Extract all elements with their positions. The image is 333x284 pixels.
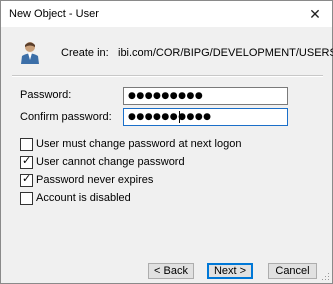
create-in-path: ibi.com/COR/BIPG/DEVELOPMENT/USERS (118, 47, 333, 59)
checkbox[interactable] (20, 192, 33, 205)
confirm-password-field[interactable] (123, 108, 288, 126)
close-icon[interactable]: ✕ (298, 1, 332, 27)
confirm-password-label: Confirm password: (20, 111, 112, 123)
next-button[interactable]: Next > (207, 263, 253, 279)
option-label: User must change password at next logon (36, 138, 242, 150)
new-user-dialog: New Object - User ✕ Create in: ibi.com/C… (0, 0, 333, 284)
password-label: Password: (20, 89, 72, 101)
resize-grip-icon[interactable] (320, 271, 330, 281)
title-bar: New Object - User ✕ (1, 1, 332, 27)
check-icon: ✓ (22, 155, 32, 167)
confirm-password-input[interactable] (124, 109, 278, 125)
password-input[interactable] (124, 88, 278, 104)
option-label: Password never expires (36, 174, 154, 186)
dialog-content: Create in: ibi.com/COR/BIPG/DEVELOPMENT/… (1, 27, 333, 250)
option-label: Account is disabled (36, 192, 131, 204)
check-icon: ✓ (22, 173, 32, 185)
back-button[interactable]: < Back (148, 263, 194, 279)
checkbox[interactable] (20, 138, 33, 151)
create-in-label: Create in: (61, 47, 109, 59)
user-avatar-icon (21, 42, 39, 64)
header-divider (12, 75, 323, 77)
checkbox[interactable]: ✓ (20, 155, 33, 169)
option-label: User cannot change password (36, 156, 185, 168)
checkbox[interactable]: ✓ (20, 173, 33, 187)
text-caret (179, 111, 180, 123)
password-field[interactable] (123, 87, 288, 105)
dialog-title: New Object - User (9, 8, 99, 20)
cancel-button[interactable]: Cancel (268, 263, 317, 279)
